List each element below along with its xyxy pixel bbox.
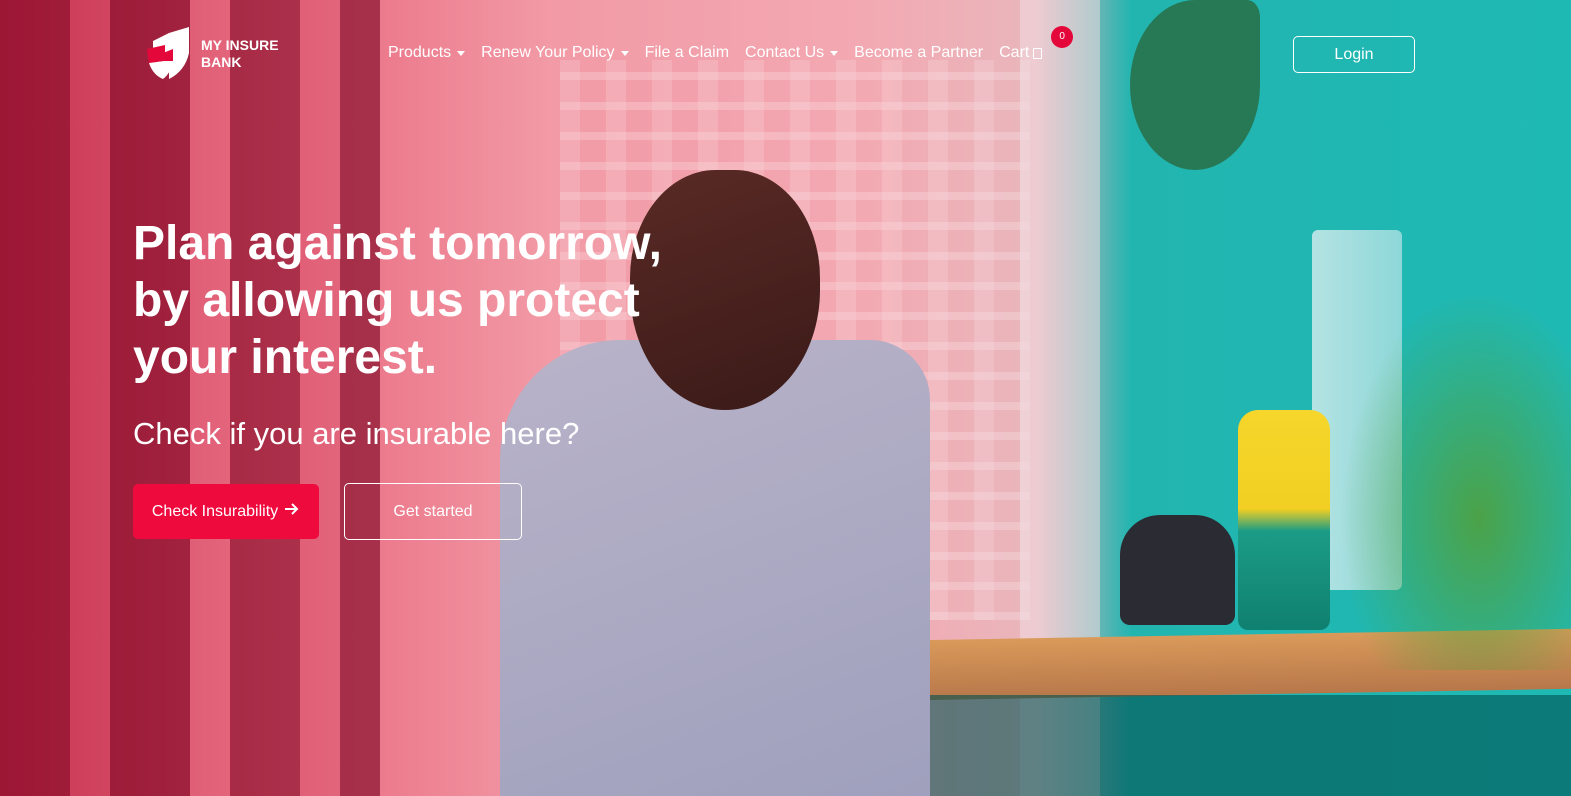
nav-item-cart[interactable]: Cart 0 <box>999 26 1074 62</box>
background-desk-shadow <box>860 695 1571 796</box>
shield-logo-icon <box>145 27 193 81</box>
hero-headline: Plan against tomorrow, by allowing us pr… <box>133 217 662 384</box>
chevron-down-icon <box>620 50 629 56</box>
check-insurability-button[interactable]: Check Insurability <box>133 484 319 539</box>
brand-name-line1: MY INSURE <box>201 37 279 53</box>
background-vase <box>1238 410 1330 630</box>
chevron-down-icon <box>457 50 466 56</box>
login-button[interactable]: Login <box>1293 36 1415 73</box>
background-leaf <box>1130 0 1260 170</box>
arrow-right-icon <box>284 502 300 521</box>
brand-name: MY INSURE BANK <box>201 37 281 71</box>
chevron-down-icon <box>830 50 839 56</box>
nav-item-products[interactable]: Products <box>388 44 466 62</box>
main-nav: Products Renew Your Policy File a Claim … <box>388 26 1074 62</box>
nav-item-label: Renew Your Policy <box>481 44 615 61</box>
background-plant <box>1340 290 1571 670</box>
hero-section: MY INSURE BANK Products Renew Your Polic… <box>0 0 1571 796</box>
nav-item-file-claim[interactable]: File a Claim <box>645 44 729 62</box>
nav-item-label: File a Claim <box>644 44 730 61</box>
nav-item-label: Products <box>388 44 452 61</box>
cart-icon <box>1033 47 1043 59</box>
hero-subheadline: Check if you are insurable here? <box>133 416 580 451</box>
nav-item-label: Contact Us <box>745 44 825 61</box>
brand-logo[interactable]: MY INSURE BANK <box>145 27 281 81</box>
nav-item-label: Become a Partner <box>854 44 984 61</box>
nav-item-contact-us[interactable]: Contact Us <box>745 44 839 62</box>
nav-item-renew-policy[interactable]: Renew Your Policy <box>481 44 629 62</box>
nav-item-become-partner[interactable]: Become a Partner <box>854 44 983 62</box>
background-window-frames <box>0 0 380 796</box>
background-phone <box>1120 515 1235 625</box>
check-insurability-label: Check Insurability <box>151 502 279 520</box>
cart-label: Cart <box>999 44 1030 61</box>
cart-count-badge: 0 <box>1051 26 1074 48</box>
get-started-button[interactable]: Get started <box>344 483 522 540</box>
brand-name-line2: BANK <box>201 54 242 70</box>
